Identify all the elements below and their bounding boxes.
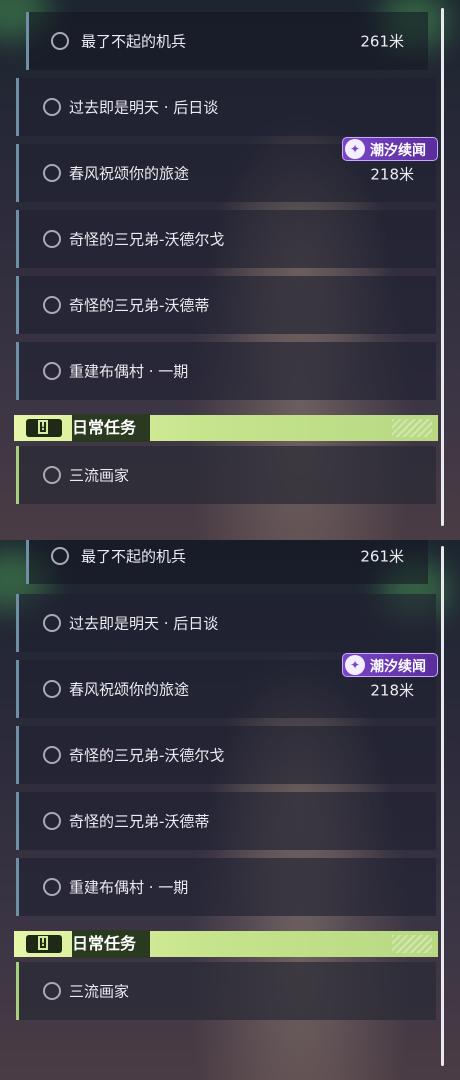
quest-status-icon	[43, 680, 61, 698]
quest-distance: 261米	[360, 32, 404, 51]
exclamation-icon: !	[26, 419, 62, 437]
quest-status-icon	[51, 547, 69, 565]
quest-item[interactable]: 重建布偶村 · 一期	[16, 342, 436, 400]
quest-title: 最了不起的机兵	[81, 547, 187, 566]
quest-distance: 261米	[360, 547, 404, 566]
scrollbar-thumb[interactable]	[441, 8, 444, 526]
quest-title: 奇怪的三兄弟-沃德尔戈	[69, 230, 225, 249]
decorative-stripes	[392, 935, 432, 953]
quest-title: 三流画家	[69, 982, 130, 1001]
quest-status-icon	[43, 982, 61, 1000]
quest-panel-top: 最了不起的机兵 261米 过去即是明天 · 后日谈 春风祝颂你的旅途 218米 …	[0, 0, 460, 540]
daily-quests-title: 日常任务	[72, 414, 151, 442]
quest-status-icon	[43, 362, 61, 380]
quest-title: 奇怪的三兄弟-沃德蒂	[69, 296, 210, 315]
star-sparkle-icon: ✦	[345, 655, 365, 675]
exclamation-icon: !	[26, 935, 62, 953]
quest-status-icon	[43, 164, 61, 182]
quest-item[interactable]: 过去即是明天 · 后日谈	[16, 78, 436, 136]
quest-title: 过去即是明天 · 后日谈	[69, 614, 219, 633]
badge-label: 潮汐续闻	[370, 143, 426, 159]
quest-item[interactable]: 奇怪的三兄弟-沃德蒂	[16, 276, 436, 334]
decorative-stripes	[392, 419, 432, 437]
quest-status-icon	[43, 878, 61, 896]
quest-item[interactable]: 奇怪的三兄弟-沃德蒂	[16, 792, 436, 850]
quest-status-icon	[51, 32, 69, 50]
quest-status-icon	[43, 296, 61, 314]
quest-status-icon	[43, 614, 61, 632]
star-sparkle-icon: ✦	[345, 139, 365, 159]
scrollbar-thumb[interactable]	[441, 546, 444, 1066]
badge-label: 潮汐续闻	[370, 659, 426, 675]
quest-title: 重建布偶村 · 一期	[69, 878, 189, 897]
quest-item[interactable]: 过去即是明天 · 后日谈	[16, 594, 436, 652]
tide-sequel-badge: ✦ 潮汐续闻	[342, 653, 438, 677]
quest-status-icon	[43, 230, 61, 248]
tide-sequel-badge: ✦ 潮汐续闻	[342, 137, 438, 161]
quest-status-icon	[43, 98, 61, 116]
daily-quests-header[interactable]: ! 日常任务	[14, 930, 438, 958]
quest-distance: 218米	[370, 681, 414, 700]
quest-item[interactable]: 奇怪的三兄弟-沃德尔戈	[16, 726, 436, 784]
quest-status-icon	[43, 812, 61, 830]
quest-title: 重建布偶村 · 一期	[69, 362, 189, 381]
quest-title: 奇怪的三兄弟-沃德尔戈	[69, 746, 225, 765]
quest-item[interactable]: 重建布偶村 · 一期	[16, 858, 436, 916]
quest-title: 三流画家	[69, 466, 130, 485]
quest-item-tracked[interactable]: 最了不起的机兵 261米	[26, 540, 428, 584]
daily-quests-header[interactable]: ! 日常任务	[14, 414, 438, 442]
quest-status-icon	[43, 746, 61, 764]
daily-quest-item[interactable]: 三流画家	[16, 962, 436, 1020]
quest-title: 过去即是明天 · 后日谈	[69, 98, 219, 117]
quest-status-icon	[43, 466, 61, 484]
quest-distance: 218米	[370, 165, 414, 184]
quest-title: 春风祝颂你的旅途	[69, 164, 190, 183]
quest-panel-bottom: 最了不起的机兵 261米 过去即是明天 · 后日谈 春风祝颂你的旅途 218米 …	[0, 540, 460, 1080]
daily-quests-title: 日常任务	[72, 930, 151, 958]
quest-item[interactable]: 奇怪的三兄弟-沃德尔戈	[16, 210, 436, 268]
quest-title: 最了不起的机兵	[81, 32, 187, 51]
quest-item-tracked[interactable]: 最了不起的机兵 261米	[26, 12, 428, 70]
quest-title: 奇怪的三兄弟-沃德蒂	[69, 812, 210, 831]
quest-title: 春风祝颂你的旅途	[69, 680, 190, 699]
daily-quest-item[interactable]: 三流画家	[16, 446, 436, 504]
